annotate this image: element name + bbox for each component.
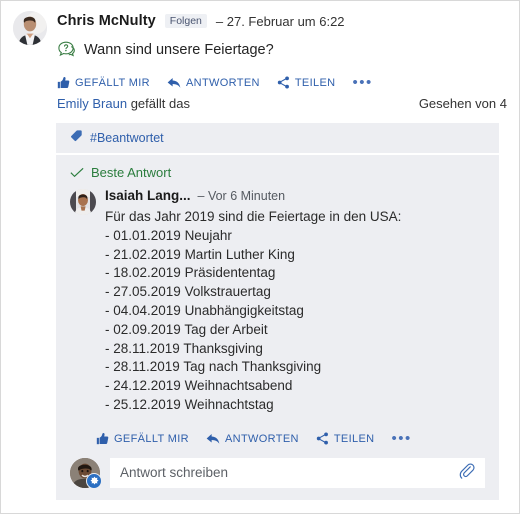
answer-section: Beste Antwort Isaiah Lang... – Vor 6 Min… (56, 155, 499, 415)
answer-more-options-button[interactable]: ••• (391, 431, 411, 446)
answer-like-button[interactable]: GEFÄLLT MIR (96, 432, 189, 445)
liked-by-suffix: gefällt das (127, 96, 190, 111)
liked-by[interactable]: Emily Braun gefällt das (57, 96, 190, 111)
reply-button[interactable]: ANTWORTEN (167, 77, 260, 89)
answer-avatar[interactable] (70, 189, 96, 215)
answer-share-button[interactable]: TEILEN (316, 432, 375, 445)
answer-header: Isaiah Lang... – Vor 6 Minuten (105, 188, 485, 203)
post-author-name[interactable]: Chris McNulty (57, 13, 156, 29)
reply-avatar[interactable] (70, 457, 102, 489)
holiday-item: - 24.12.2019 Weihnachtsabend (105, 378, 293, 394)
topic-tag-row: #Beantwortet (56, 123, 499, 153)
share-icon (277, 76, 289, 89)
answer-text: Für das Jahr 2019 sind die Feiertage in … (105, 208, 485, 415)
answer-body: Isaiah Lang... – Vor 6 Minuten Für das J… (105, 188, 485, 415)
liked-by-name: Emily Braun (57, 96, 128, 111)
holiday-item: - 02.09.2019 Tag der Arbeit (105, 321, 268, 337)
reply-button-label: ANTWORTEN (185, 76, 260, 89)
answer-like-label: GEFÄLLT MIR (114, 432, 189, 445)
follow-badge[interactable]: Folgen (164, 13, 207, 29)
like-button-label: GEFÄLLT MIR (75, 76, 150, 89)
holiday-item: - 27.05.2019 Volkstrauertag (105, 284, 271, 300)
answer-panel: #Beantwortet Beste Antwort Isaiah Lang..… (56, 123, 499, 500)
post-meta-line: Emily Braun gefällt das Gesehen von 4 (57, 96, 507, 111)
answer-avatar-image (70, 189, 96, 215)
answer-author-name[interactable]: Isaiah Lang... (105, 188, 191, 203)
answer-action-bar: GEFÄLLT MIR ANTWORTEN TEILEN ••• (56, 426, 499, 452)
seen-count: Gesehen von 4 (418, 96, 507, 111)
answer-intro: Für das Jahr 2019 sind die Feiertage in … (105, 209, 402, 224)
thumbs-up-icon (96, 433, 109, 445)
post-body: Chris McNulty Folgen – 27. Februar um 6:… (57, 11, 507, 111)
holiday-item: - 01.01.2019 Neujahr (105, 227, 232, 243)
question-line: Wann sind unsere Feiertage? (57, 40, 507, 60)
avatar[interactable] (13, 11, 47, 45)
share-icon (316, 432, 328, 445)
answer-reply-button[interactable]: ANTWORTEN (206, 433, 299, 445)
thumbs-up-icon (57, 76, 70, 89)
author-line: Chris McNulty Folgen – 27. Februar um 6:… (57, 11, 507, 31)
yammer-question-thread: Chris McNulty Folgen – 27. Februar um 6:… (0, 0, 520, 514)
holiday-item: - 25.12.2019 Weihnachtstag (105, 396, 274, 412)
answer-timestamp: – Vor 6 Minuten (197, 189, 286, 203)
reply-composer: Antwort schreiben (56, 452, 499, 500)
holiday-item: - 28.11.2019 Thanksgiving (105, 340, 263, 356)
verified-badge-icon (86, 472, 102, 489)
holiday-item: - 18.02.2019 Präsidententag (105, 265, 276, 281)
answer-share-label: TEILEN (333, 432, 375, 445)
reply-input[interactable]: Antwort schreiben (110, 457, 485, 488)
question-post: Chris McNulty Folgen – 27. Februar um 6:… (1, 1, 519, 111)
reply-input-placeholder: Antwort schreiben (120, 465, 229, 481)
more-options-button[interactable]: ••• (352, 75, 372, 90)
topic-tag-label[interactable]: #Beantwortet (90, 131, 164, 145)
share-button[interactable]: TEILEN (277, 76, 336, 89)
tag-icon (70, 129, 83, 147)
question-bubble-icon (57, 40, 77, 60)
best-answer-label: Beste Antwort (91, 165, 172, 180)
holiday-item: - 21.02.2019 Martin Luther King (105, 246, 295, 262)
answer-reply-label: ANTWORTEN (224, 432, 299, 445)
question-text: Wann sind unsere Feiertage? (84, 42, 274, 58)
post-timestamp: – 27. Februar um 6:22 (215, 13, 345, 29)
reply-arrow-icon (206, 433, 220, 444)
share-button-label: TEILEN (294, 76, 336, 89)
holiday-item: - 28.11.2019 Tag nach Thanksgiving (105, 359, 322, 375)
post-header-row: Chris McNulty Folgen – 27. Februar um 6:… (13, 11, 507, 111)
check-icon (70, 167, 84, 178)
answer-row: Isaiah Lang... – Vor 6 Minuten Für das J… (70, 188, 485, 415)
like-button[interactable]: GEFÄLLT MIR (57, 76, 150, 89)
paperclip-icon[interactable] (458, 462, 475, 484)
best-answer-badge: Beste Antwort (70, 165, 485, 180)
avatar-image (13, 11, 47, 45)
reply-arrow-icon (167, 77, 181, 88)
holiday-item: - 04.04.2019 Unabhängigkeitstag (105, 302, 304, 318)
post-action-bar: GEFÄLLT MIR ANTWORTEN TEILEN ••• (57, 75, 507, 90)
